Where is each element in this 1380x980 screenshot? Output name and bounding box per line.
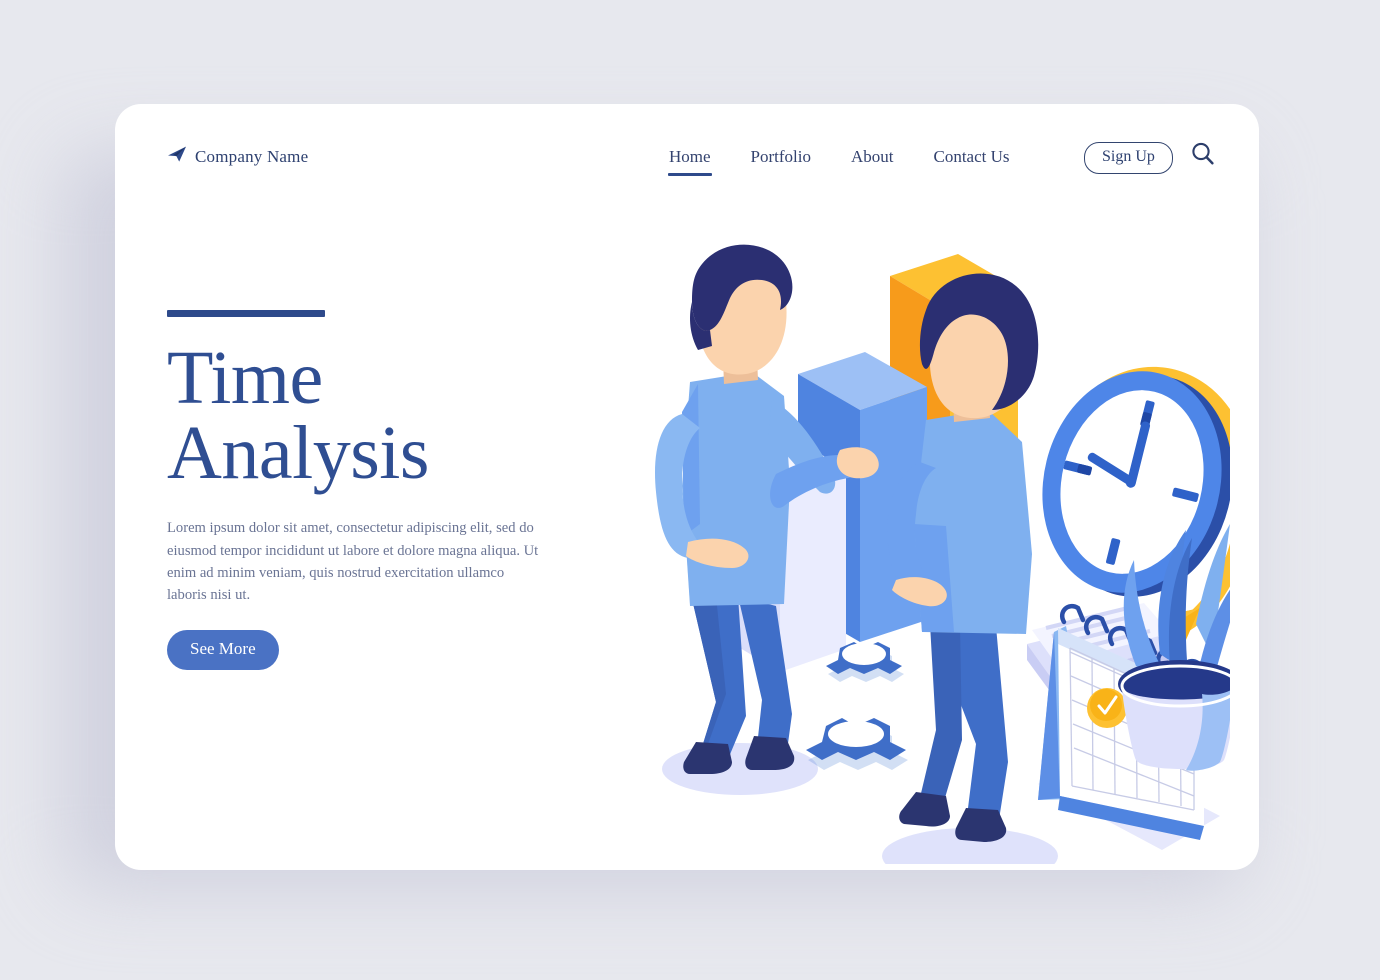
nav-item-about[interactable]: About — [849, 144, 896, 176]
paper-plane-icon — [167, 146, 187, 167]
nav-item-portfolio[interactable]: Portfolio — [749, 144, 813, 176]
landing-page-card: Company Name Home Portfolio About Contac… — [115, 104, 1259, 870]
brand-logo[interactable]: Company Name — [167, 146, 308, 167]
page-root: Company Name Home Portfolio About Contac… — [0, 0, 1380, 980]
sign-up-button[interactable]: Sign Up — [1084, 142, 1173, 174]
hero-copy: Time Analysis Lorem ipsum dolor sit amet… — [167, 310, 597, 671]
hero-description: Lorem ipsum dolor sit amet, consectetur … — [167, 520, 539, 603]
site-header: Company Name Home Portfolio About Contac… — [115, 104, 1259, 222]
nav-item-contact-us[interactable]: Contact Us — [932, 144, 1012, 176]
see-more-button[interactable]: See More — [167, 630, 279, 671]
time-analysis-illustration — [540, 224, 1230, 864]
search-button[interactable] — [1186, 138, 1220, 172]
nav-item-home[interactable]: Home — [667, 144, 713, 176]
main-nav: Home Portfolio About Contact Us — [667, 144, 1012, 176]
page-title-line1: Time — [167, 336, 323, 420]
page-title: Time Analysis — [167, 340, 597, 496]
brand-name: Company Name — [195, 146, 309, 166]
gear-large — [806, 718, 908, 770]
heading-rule — [167, 310, 325, 317]
search-icon — [1188, 142, 1218, 172]
page-title-line2: Analysis — [167, 411, 430, 496]
